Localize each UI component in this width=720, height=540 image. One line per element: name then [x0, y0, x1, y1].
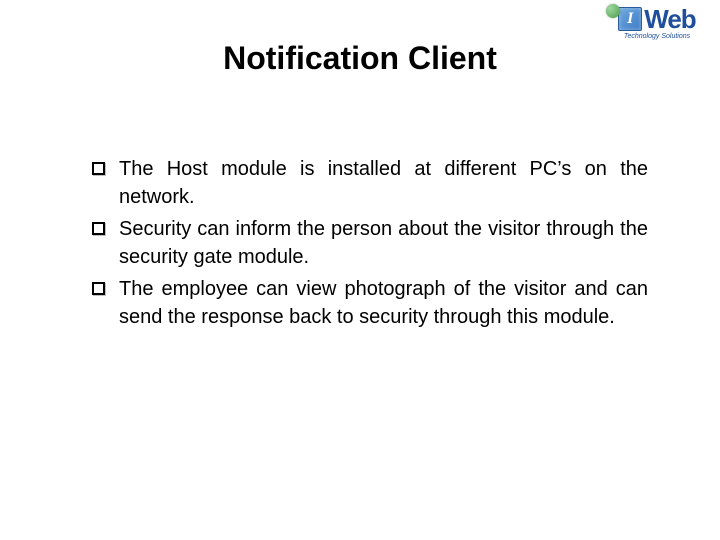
bullet-list: The Host module is installed at differen… — [92, 155, 648, 335]
globe-icon — [606, 4, 620, 18]
slide: I Web Technology Solutions Notification … — [0, 0, 720, 540]
square-bullet-icon — [92, 162, 105, 175]
bullet-text: The employee can view photograph of the … — [119, 275, 648, 331]
logo-letter-icon: I — [618, 7, 642, 31]
list-item: The employee can view photograph of the … — [92, 275, 648, 331]
page-title: Notification Client — [0, 40, 720, 77]
square-bullet-icon — [92, 222, 105, 235]
list-item: Security can inform the person about the… — [92, 215, 648, 271]
bullet-text: Security can inform the person about the… — [119, 215, 648, 271]
list-item: The Host module is installed at differen… — [92, 155, 648, 211]
bullet-text: The Host module is installed at differen… — [119, 155, 648, 211]
brand-logo: I Web Technology Solutions — [602, 4, 712, 40]
logo-word: Web — [644, 6, 695, 32]
logo-tagline: Technology Solutions — [602, 33, 712, 40]
square-bullet-icon — [92, 282, 105, 295]
